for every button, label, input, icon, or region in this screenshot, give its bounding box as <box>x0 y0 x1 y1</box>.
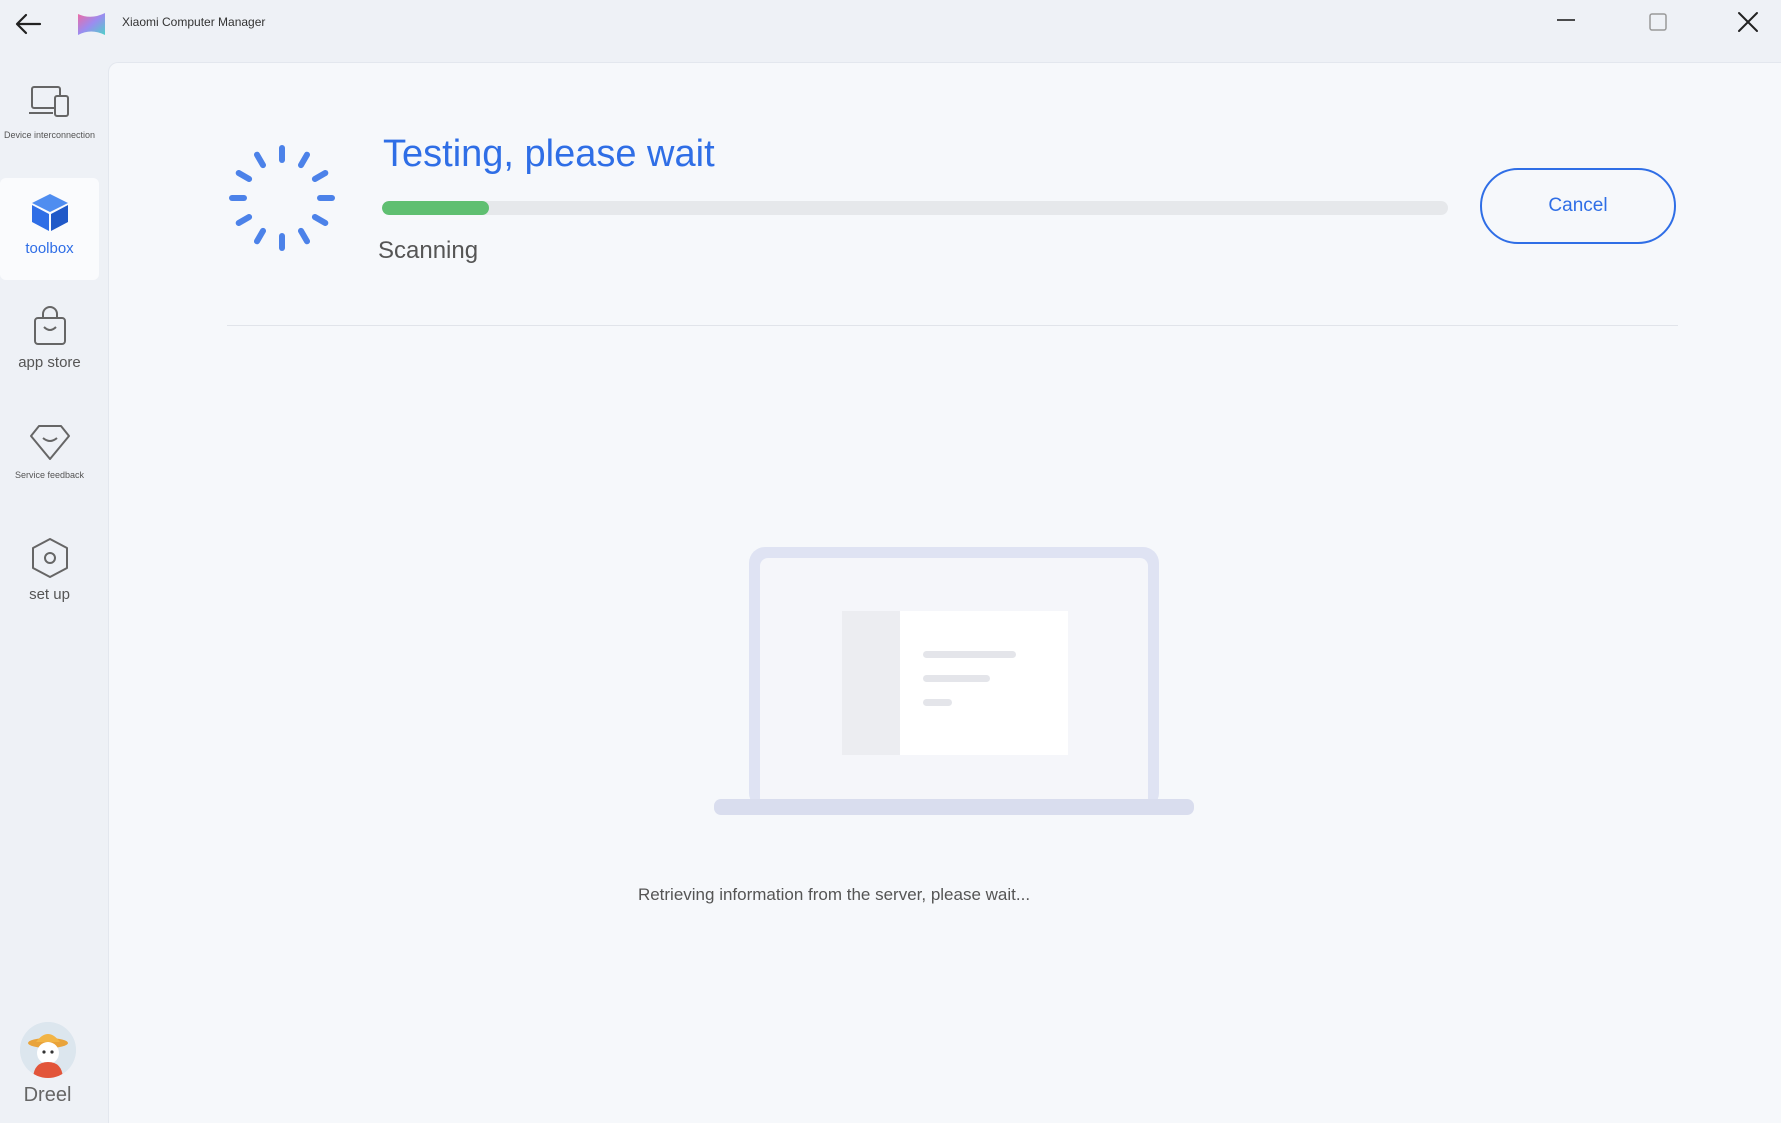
sidebar-item-device-interconnection[interactable]: Device interconnection <box>0 80 99 170</box>
status-title: Testing, please wait <box>383 133 715 175</box>
cancel-button[interactable]: Cancel <box>1480 168 1676 244</box>
sidebar-item-service-feedback[interactable]: Service feedback <box>0 420 99 516</box>
status-subtitle: Scanning <box>378 237 479 264</box>
app-logo-icon <box>76 10 107 38</box>
sidebar-item-app-store[interactable]: app store <box>0 304 99 400</box>
sidebar-item-set-up[interactable]: set up <box>0 536 99 632</box>
maximize-icon[interactable] <box>1644 8 1672 36</box>
sidebar-item-label: toolbox <box>25 240 74 257</box>
back-arrow-icon[interactable] <box>12 10 44 38</box>
close-icon[interactable] <box>1734 8 1762 36</box>
minimize-icon[interactable] <box>1552 8 1580 36</box>
toolbox-icon <box>28 190 72 234</box>
sidebar-item-label: Device interconnection <box>3 130 96 140</box>
main-panel: Testing, please wait Scanning Cancel Ret… <box>108 62 1781 1123</box>
laptop-illustration <box>714 547 1194 819</box>
feedback-icon <box>28 420 72 464</box>
sidebar: Device interconnection toolbox app store… <box>0 62 108 1122</box>
divider <box>227 325 1678 326</box>
sidebar-item-label: Service feedback <box>14 470 85 480</box>
wait-message: Retrieving information from the server, … <box>637 885 1031 904</box>
device-icon <box>28 80 72 124</box>
avatar[interactable] <box>20 1022 76 1078</box>
bag-icon <box>28 304 72 348</box>
progress-bar <box>382 201 1448 215</box>
user-name: Dreel <box>23 1084 72 1106</box>
app-title: Xiaomi Computer Manager <box>122 15 266 29</box>
sidebar-item-toolbox[interactable]: toolbox <box>0 178 99 280</box>
settings-icon <box>28 536 72 580</box>
sidebar-item-label: app store <box>18 354 81 371</box>
title-bar: Xiaomi Computer Manager <box>0 0 1781 62</box>
progress-fill <box>382 201 489 215</box>
sidebar-item-label: set up <box>29 586 70 603</box>
loading-spinner-icon <box>229 145 335 251</box>
